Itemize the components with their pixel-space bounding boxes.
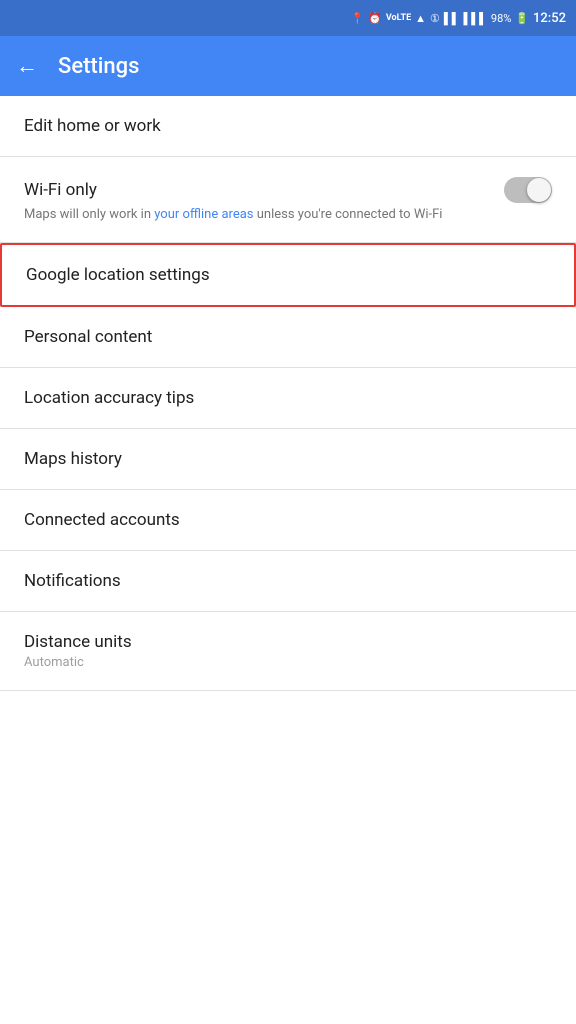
settings-item-distance-units[interactable]: Distance units Automatic: [0, 612, 576, 691]
wifi-only-row: Wi-Fi only: [24, 177, 552, 203]
connected-accounts-label: Connected accounts: [24, 510, 180, 530]
status-icons: 📍 ⏰ VoLTE ▲ ① ▌▌ ▌▌▌ 98% 🔋 12:52: [350, 11, 566, 26]
wifi-only-subtext: Maps will only work in your offline area…: [24, 207, 442, 222]
google-location-label: Google location settings: [26, 265, 210, 285]
wifi-icon: ▲: [415, 12, 426, 25]
toggle-knob: [527, 178, 551, 202]
notifications-label: Notifications: [24, 571, 121, 591]
back-button[interactable]: ←: [16, 53, 38, 79]
settings-item-wifi-only[interactable]: Wi-Fi only Maps will only work in your o…: [0, 157, 576, 243]
signal-icon-1: ▌▌: [444, 12, 460, 25]
settings-item-maps-history[interactable]: Maps history: [0, 429, 576, 490]
settings-item-connected-accounts[interactable]: Connected accounts: [0, 490, 576, 551]
settings-item-notifications[interactable]: Notifications: [0, 551, 576, 612]
time-display: 12:52: [533, 11, 566, 26]
wifi-only-toggle[interactable]: [504, 177, 552, 203]
distance-units-label: Distance units: [24, 632, 132, 652]
battery-percentage: 98%: [491, 12, 511, 25]
app-bar-title: Settings: [58, 54, 139, 79]
battery-icon: 🔋: [515, 12, 529, 25]
settings-item-google-location[interactable]: Google location settings: [0, 243, 576, 307]
location-icon: 📍: [350, 12, 364, 25]
personal-content-label: Personal content: [24, 327, 152, 347]
signal-icon-2: ▌▌▌: [464, 12, 487, 25]
wifi-only-label: Wi-Fi only: [24, 180, 97, 200]
status-bar: 📍 ⏰ VoLTE ▲ ① ▌▌ ▌▌▌ 98% 🔋 12:52: [0, 0, 576, 36]
offline-areas-link[interactable]: your offline areas: [154, 207, 253, 222]
settings-list: Edit home or work Wi-Fi only Maps will o…: [0, 96, 576, 691]
volte-icon: VoLTE: [386, 13, 411, 23]
distance-units-value: Automatic: [24, 655, 84, 670]
settings-item-edit-home-work[interactable]: Edit home or work: [0, 96, 576, 157]
notification-icon: ①: [430, 12, 440, 25]
edit-home-work-label: Edit home or work: [24, 116, 161, 136]
maps-history-label: Maps history: [24, 449, 122, 469]
app-bar: ← Settings: [0, 36, 576, 96]
location-accuracy-label: Location accuracy tips: [24, 388, 194, 408]
settings-item-location-accuracy[interactable]: Location accuracy tips: [0, 368, 576, 429]
alarm-icon: ⏰: [368, 12, 382, 25]
settings-item-personal-content[interactable]: Personal content: [0, 307, 576, 368]
